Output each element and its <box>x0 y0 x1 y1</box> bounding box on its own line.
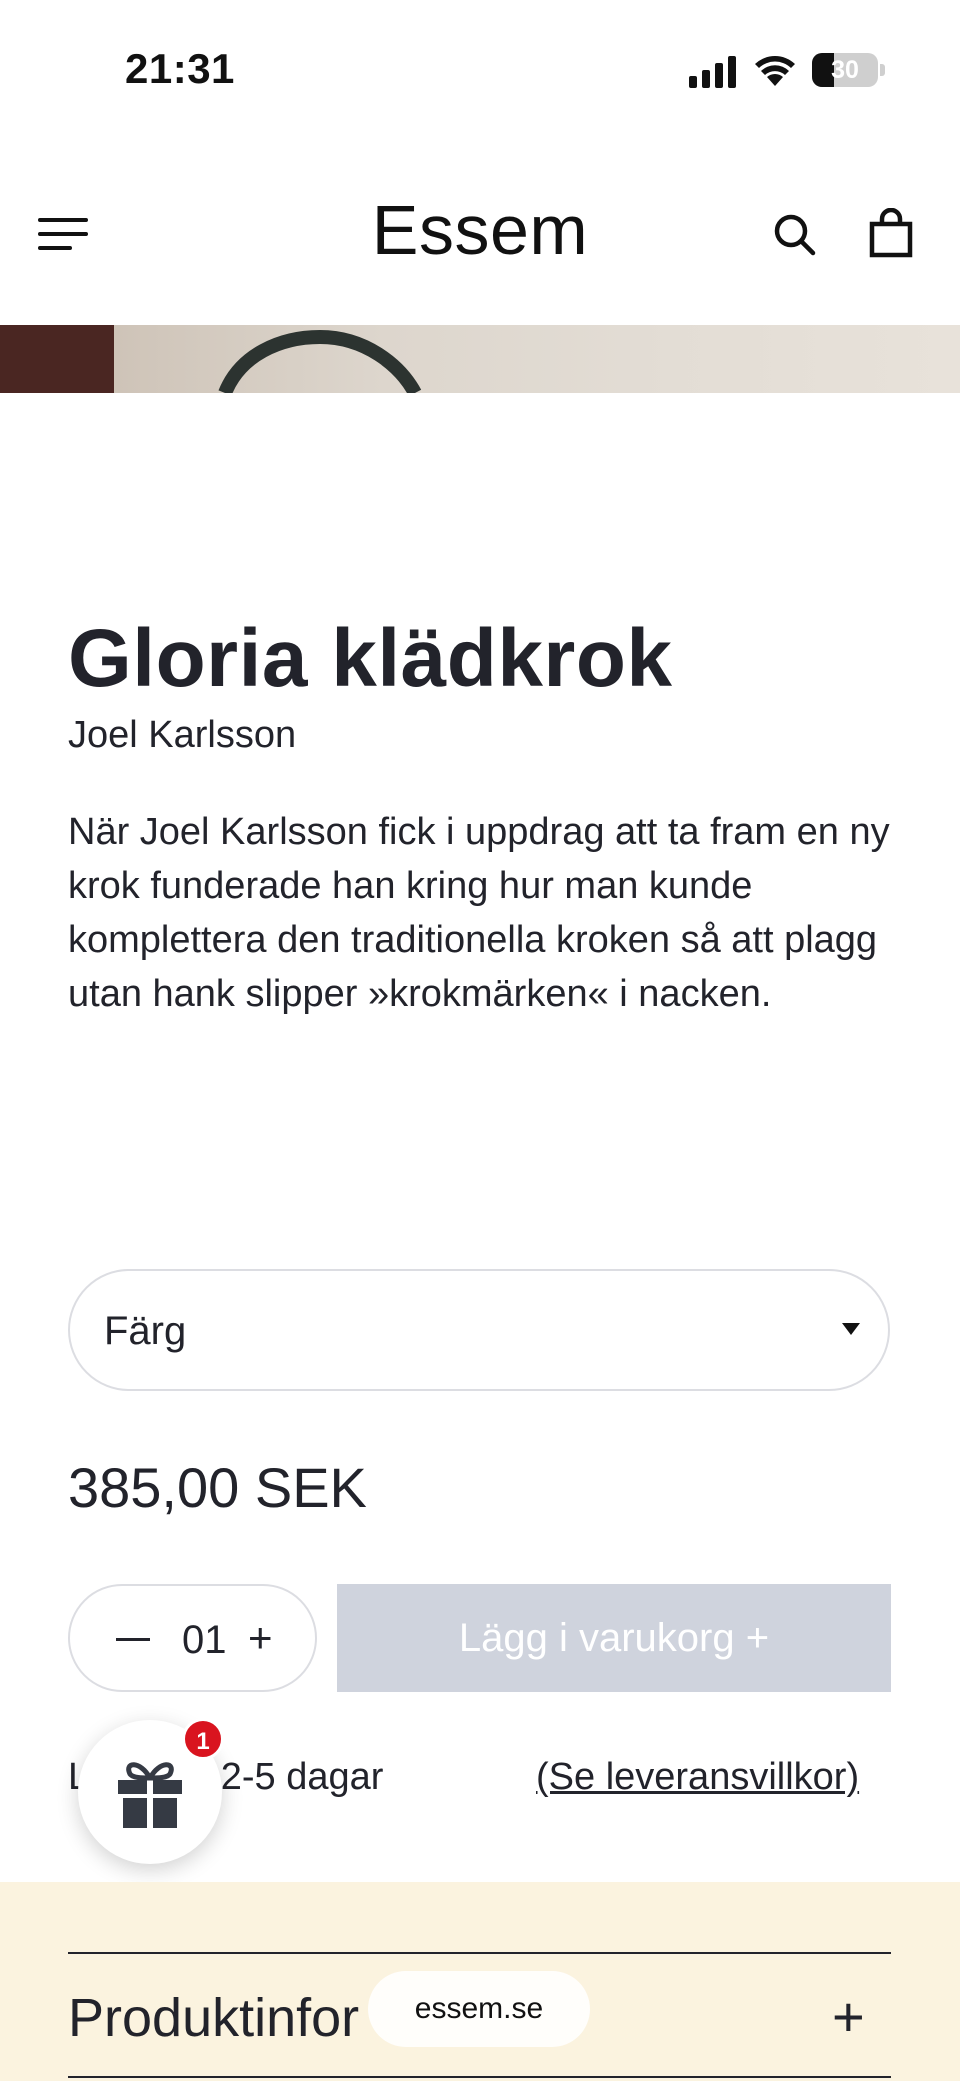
quantity-value[interactable]: 01 <box>182 1618 227 1663</box>
wifi-icon <box>755 56 795 86</box>
status-time: 21:31 <box>125 45 235 92</box>
caret-down-icon <box>842 1323 860 1335</box>
browser-url-bar[interactable]: essem.se <box>368 1971 590 2047</box>
product-price: 385,00 SEK <box>68 1456 367 1519</box>
gift-widget-button[interactable]: 1 <box>78 1718 224 1864</box>
menu-icon[interactable] <box>38 218 88 250</box>
divider <box>68 1952 891 1954</box>
signal-icon <box>689 56 736 88</box>
notification-badge: 1 <box>182 1718 224 1760</box>
brand-logo[interactable]: Essem <box>330 190 630 270</box>
battery-icon: 30 <box>812 53 878 87</box>
gift-icon <box>118 1762 182 1828</box>
bag-icon[interactable] <box>868 208 914 258</box>
accordion-title[interactable]: Produktinfor <box>68 1987 359 2049</box>
battery-level: 30 <box>831 56 859 84</box>
accordion-toggle-plus-icon[interactable]: + <box>832 1984 865 2049</box>
status-bar: 21:31 30 <box>0 0 960 140</box>
add-to-cart-button[interactable]: Lägg i varukorg + <box>337 1584 891 1692</box>
color-select[interactable]: Färg <box>68 1269 890 1391</box>
product-description: När Joel Karlsson fick i uppdrag att ta … <box>68 811 890 1015</box>
delivery-terms-link[interactable]: (Se leveransvillkor) <box>536 1756 859 1799</box>
quantity-decrease-button[interactable] <box>116 1638 150 1641</box>
quantity-increase-button[interactable]: + <box>248 1614 273 1662</box>
product-image <box>0 325 960 393</box>
color-select-label: Färg <box>104 1309 187 1353</box>
quantity-stepper: 01 + <box>68 1584 317 1692</box>
site-header: Essem <box>0 170 960 295</box>
product-title: Gloria klädkrok <box>68 613 673 704</box>
product-designer: Joel Karlsson <box>68 714 297 756</box>
divider <box>68 2076 891 2078</box>
search-icon[interactable] <box>770 210 818 258</box>
